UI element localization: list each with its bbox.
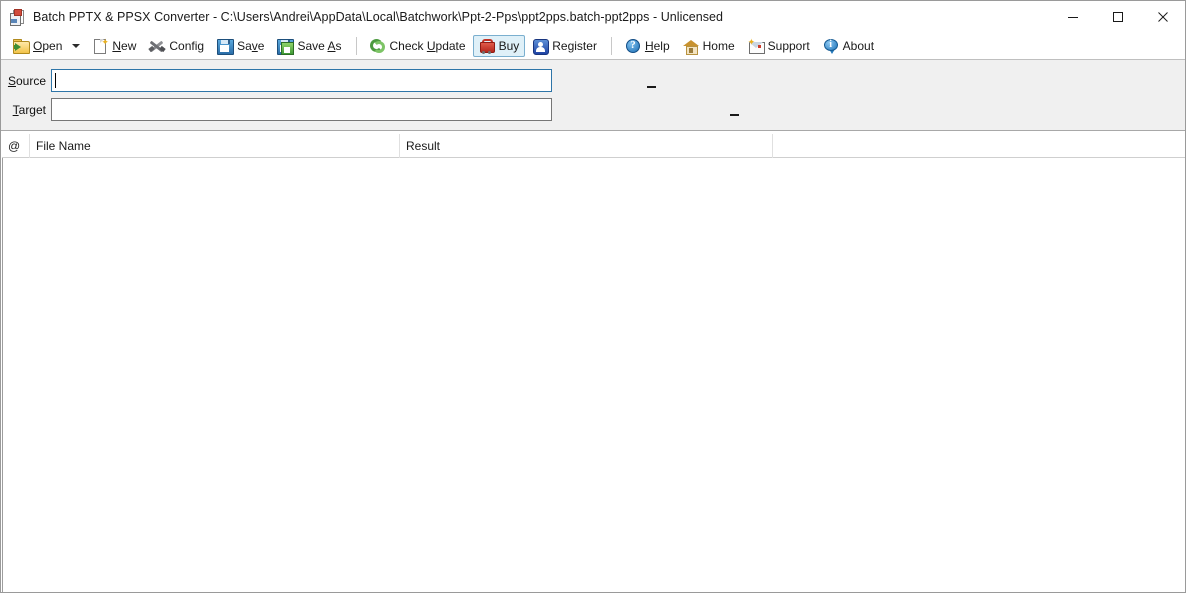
floppy-disk-icon [217,38,235,55]
source-row: Source [1,69,552,92]
close-button[interactable] [1140,1,1185,32]
toolbar-label-help: Help [644,38,670,53]
open-dropdown-button[interactable] [69,35,83,57]
minimize-icon [1067,16,1078,18]
maximize-icon [1112,11,1123,22]
shopping-cart-icon [479,38,495,54]
column-header-at[interactable]: @ [2,133,30,158]
target-input[interactable] [51,98,552,121]
toolbar-button-config[interactable]: Config [143,35,210,57]
toolbar-label-open: Open [33,38,63,53]
column-header-file-name[interactable]: File Name [30,133,400,158]
toolbar-button-buy[interactable]: Buy [472,34,526,57]
source-browse-glyph[interactable] [647,86,656,88]
window-title: Batch PPTX & PPSX Converter - C:\Users\A… [33,9,724,24]
toolbar-button-new[interactable]: ✦ New [86,35,142,57]
source-input[interactable] [51,69,552,92]
target-row: Target [1,98,552,121]
user-register-icon [532,38,550,55]
question-mark-icon: ? [625,38,641,54]
toolbar-label-check-update: Check Update [389,38,466,53]
toolbar-button-about[interactable]: i About [817,35,880,57]
folder-open-icon [13,38,30,54]
text-caret [55,73,56,88]
file-list-header: @ File Name Result [2,133,1185,158]
title-bar: Batch PPTX & PPSX Converter - C:\Users\A… [1,1,1185,32]
target-browse-glyph[interactable] [730,114,739,116]
document-convert-icon [9,8,25,26]
column-header-result[interactable]: Result [400,133,773,158]
house-icon [682,38,699,55]
toolbar-button-open[interactable]: Open [7,35,68,57]
toolbar-label-save-as: Save As [297,38,342,53]
toolbar-button-register[interactable]: Register [526,35,603,57]
file-list: @ File Name Result [2,133,1185,592]
toolbar-label-new: New [112,38,137,53]
application-window: Batch PPTX & PPSX Converter - C:\Users\A… [0,0,1186,593]
toolbar-label-support: Support [767,38,810,53]
new-document-icon: ✦ [92,37,109,54]
toolbar-label-buy: Buy [498,38,520,53]
refresh-icon [369,38,386,54]
toolbar-label-save: Save [237,38,265,53]
toolbar-label-config: Config [169,38,205,53]
toolbar-label-home: Home [702,38,735,53]
file-list-body[interactable] [2,158,1185,592]
toolbar-button-help[interactable]: ? Help [619,35,676,57]
toolbar-button-save-as[interactable]: Save As [271,35,347,57]
window-controls [1050,1,1185,32]
envelope-icon: ✦ [748,37,765,54]
chevron-down-icon [72,43,81,48]
minimize-button[interactable] [1050,1,1095,32]
toolbar-separator [355,36,357,55]
close-icon [1157,11,1168,22]
path-panel: Source Target [1,60,1185,131]
toolbar-button-save[interactable]: Save [211,35,270,57]
toolbar-button-check-update[interactable]: Check Update [364,35,472,57]
maximize-button[interactable] [1095,1,1140,32]
toolbar-button-home[interactable]: Home [677,35,741,57]
source-label: Source [7,73,46,88]
toolbar-label-about: About [842,38,875,53]
toolbar-button-support[interactable]: ✦ Support [742,35,816,57]
toolbar-separator [610,36,612,55]
list-left-edge [2,158,3,592]
save-as-icon [277,38,295,55]
info-balloon-icon: i [823,38,839,54]
main-toolbar: Open ✦ New Config Save Save As Check Upd… [1,32,1185,60]
toolbar-label-register: Register [552,38,597,53]
target-label: Target [12,102,46,117]
tools-icon [148,38,167,54]
